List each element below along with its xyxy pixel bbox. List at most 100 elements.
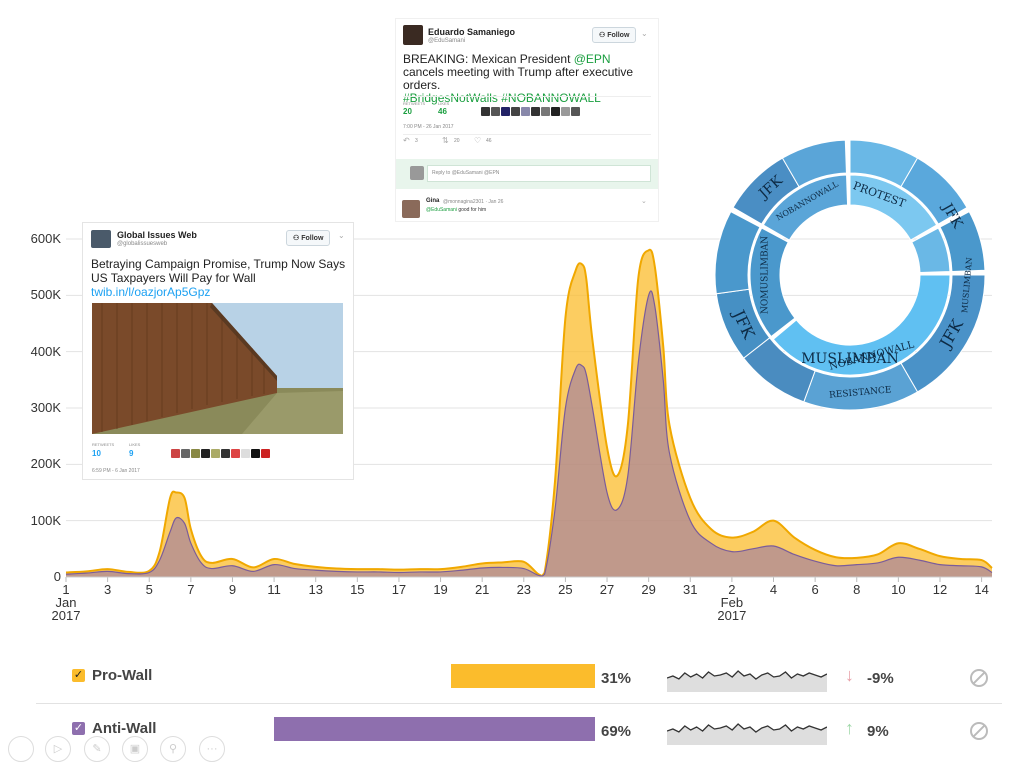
share-percent: 31% <box>601 670 632 687</box>
follow-button[interactable]: ⚇ Follow <box>592 27 637 43</box>
hide-series-icon[interactable] <box>970 669 988 687</box>
action-retweet-count: 20 <box>454 138 460 144</box>
tweet-text-prefix: BREAKING: Mexican President <box>403 52 574 66</box>
x-tick-label: 1 Jan 2017 <box>51 582 81 623</box>
tweet-image-border-wall[interactable] <box>92 303 343 434</box>
x-tick-label: 27 <box>599 582 615 597</box>
retweet-icon[interactable]: ⇅ <box>442 136 449 145</box>
sparkline-fill <box>667 671 827 692</box>
avatar <box>402 200 420 218</box>
x-tick-label: 19 <box>433 582 448 597</box>
pen-icon[interactable]: ✎ <box>84 736 110 762</box>
reply-author-name: Gina <box>426 198 440 204</box>
chevron-down-icon[interactable]: ⌄ <box>338 231 345 240</box>
reply-author-handle: @monnagina2301 · Jan 26 <box>443 199 504 205</box>
y-tick-label: 500K <box>30 287 61 303</box>
zoom-icon[interactable]: ⚲ <box>160 736 186 762</box>
reply-mention: @EduSamani <box>426 207 457 213</box>
tweet-text-mid: cancels meeting with Trump after executi… <box>403 65 634 92</box>
series-checkbox[interactable]: ✓ <box>72 722 85 735</box>
follow-label: Follow <box>301 235 324 242</box>
avatar <box>91 230 111 248</box>
tweet-timestamp: 7:00 PM - 26 Jan 2017 <box>403 124 454 130</box>
y-tick-label: 300K <box>30 400 61 415</box>
info-icon[interactable] <box>8 736 34 762</box>
action-like-count: 46 <box>486 138 492 144</box>
liker-avatars <box>171 445 271 463</box>
tweet-mention[interactable]: @EPN <box>574 52 611 66</box>
retweets-count[interactable]: 10 <box>92 449 101 458</box>
tweet-author-name: Eduardo Samaniego <box>428 27 516 37</box>
layers-icon[interactable]: ▣ <box>122 736 148 762</box>
y-tick-label: 100K <box>30 512 61 528</box>
heart-icon[interactable]: ♡ <box>474 136 481 145</box>
arrow-down-icon: ↓ <box>845 665 854 685</box>
follow-label: Follow <box>607 32 630 39</box>
tweet-timestamp: 6:59 PM - 6 Jan 2017 <box>92 468 140 474</box>
reply-count: 3 <box>415 138 418 144</box>
avatar <box>410 166 424 180</box>
likes-count[interactable]: 46 <box>438 107 447 116</box>
tweet-card-eduardo[interactable]: Eduardo Samaniego @EduSamani ⚇ Follow ⌄ … <box>395 18 659 222</box>
x-tick-label: 5 <box>145 582 153 597</box>
sunburst-label: NOMUSLIMBAN <box>761 236 771 314</box>
x-tick-label: 23 <box>516 582 532 597</box>
chevron-down-icon[interactable]: ⌄ <box>641 197 647 205</box>
x-tick-label: 8 <box>853 582 861 597</box>
retweets-label: RETWEETS <box>403 101 426 106</box>
hashtag-sunburst[interactable]: PROTESTNOBANNOWALLNOMUSLIMBANMUSLIMBANNO… <box>698 140 1008 410</box>
play-icon[interactable]: ▷ <box>45 736 71 762</box>
hide-series-icon[interactable] <box>970 722 988 740</box>
divider <box>403 134 651 135</box>
x-tick-label: 2 Feb 2017 <box>717 582 747 623</box>
wall-photo <box>92 303 343 434</box>
reply-input[interactable]: Reply to @EduSamani @EPN <box>427 165 651 182</box>
add-user-icon: ⚇ <box>293 235 300 242</box>
x-tick-label: 17 <box>391 582 407 597</box>
tweet-text: Betraying Campaign Promise, Trump Now Sa… <box>91 257 346 285</box>
tweet-author-handle: @EduSamani <box>428 38 466 44</box>
likes-label: LIKES <box>129 442 141 447</box>
y-tick-label: 200K <box>30 456 61 472</box>
reply-icon[interactable]: ↶ <box>403 136 410 145</box>
more-icon[interactable]: ··· <box>199 736 225 762</box>
series-checkbox[interactable]: ✓ <box>72 669 85 682</box>
x-tick-label: 14 <box>974 582 989 597</box>
x-tick-label: 15 <box>350 582 365 597</box>
x-tick-label: 11 <box>267 582 281 597</box>
y-tick-label: 0 <box>53 569 61 584</box>
sparkline-fill <box>667 724 827 745</box>
likes-count[interactable]: 9 <box>129 449 133 458</box>
tweet-card-global-issues[interactable]: Global Issues Web @globalissuesweb ⚇ Fol… <box>82 222 354 480</box>
legend-separator <box>36 703 1002 704</box>
avatar <box>403 25 423 45</box>
tweet-author-name: Global Issues Web <box>117 230 197 240</box>
legend-row-anti-wall[interactable]: ✓ Anti-Wall 69% ↑ 9% <box>0 705 1028 755</box>
add-user-icon: ⚇ <box>599 32 606 39</box>
retweets-count[interactable]: 20 <box>403 107 412 116</box>
x-tick-label: 7 <box>187 582 195 597</box>
chevron-down-icon[interactable]: ⌄ <box>641 29 648 38</box>
share-bar <box>274 717 595 741</box>
series-name: Pro-Wall <box>92 667 153 684</box>
x-tick-label: 12 <box>932 582 948 597</box>
x-tick-label: 4 <box>769 582 778 597</box>
follow-button[interactable]: ⚇ Follow <box>286 230 331 246</box>
x-tick-label: 3 <box>103 582 112 597</box>
divider <box>403 96 651 97</box>
x-tick-label: 6 <box>811 582 819 597</box>
y-tick-label: 400K <box>30 343 61 359</box>
x-tick-label: 25 <box>558 582 573 597</box>
x-tick-label: 9 <box>228 582 237 597</box>
tweet-link[interactable]: twib.in/l/oazjorAp5Gpz <box>91 285 210 299</box>
x-tick-label: 10 <box>891 582 906 597</box>
arrow-up-icon: ↑ <box>845 718 854 738</box>
legend-row-pro-wall[interactable]: ✓ Pro-Wall 31% ↓ -9% <box>0 652 1028 702</box>
change-percent: 9% <box>867 723 889 740</box>
series-name: Anti-Wall <box>92 720 157 737</box>
x-tick-label: 31 <box>683 582 698 597</box>
liker-avatars <box>481 103 581 121</box>
x-tick-label: 29 <box>641 582 656 597</box>
tweet-author-handle: @globalissuesweb <box>117 241 168 247</box>
sparkline <box>667 670 827 692</box>
